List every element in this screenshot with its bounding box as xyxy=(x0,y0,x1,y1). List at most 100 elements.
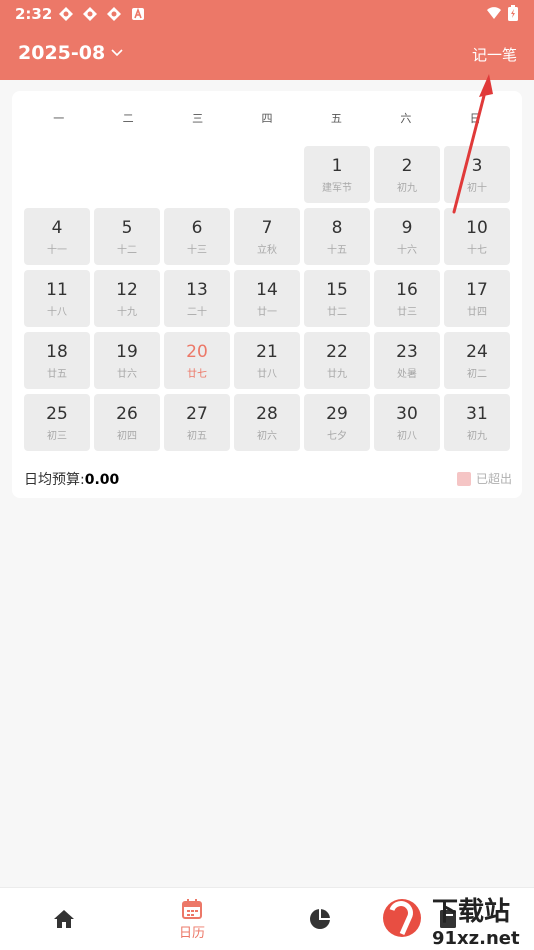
calendar-day-cell[interactable]: 14 廿一 xyxy=(234,270,300,327)
calendar-day-cell[interactable]: 23 处暑 xyxy=(374,332,440,389)
lunar-date: 廿一 xyxy=(257,307,277,318)
day-number: 4 xyxy=(51,218,63,238)
daily-budget: 日均预算:0.00 xyxy=(24,469,119,489)
lunar-date: 十七 xyxy=(467,245,487,256)
day-number: 19 xyxy=(116,342,138,362)
calendar-day-cell[interactable]: 12 十九 xyxy=(94,270,160,327)
lunar-date: 初九 xyxy=(467,431,487,442)
weekday-label: 五 xyxy=(330,112,342,125)
wifi-icon xyxy=(487,7,501,19)
app-notification-icon xyxy=(83,7,97,21)
lunar-date: 处暑 xyxy=(397,369,417,380)
app-header: 2025-08 记一笔 xyxy=(0,28,534,80)
tab-home[interactable] xyxy=(0,888,128,950)
calendar-day-cell[interactable]: 20 廿七 xyxy=(164,332,230,389)
lunar-date: 初三 xyxy=(47,431,67,442)
calendar-day-cell[interactable]: 9 十六 xyxy=(374,208,440,265)
calendar-day-cell[interactable]: 22 廿九 xyxy=(304,332,370,389)
calendar-day-cell[interactable]: 10 十七 xyxy=(444,208,510,265)
calendar-day-cell[interactable]: 4 十一 xyxy=(24,208,90,265)
status-bar: 2:32 xyxy=(0,0,534,28)
weekday-label: 六 xyxy=(400,112,412,125)
tab-calendar[interactable]: 日历 xyxy=(128,888,256,950)
lunar-date: 十二 xyxy=(117,245,137,256)
day-number: 21 xyxy=(256,342,278,362)
lunar-date: 建军节 xyxy=(322,183,352,194)
daily-budget-label: 日均预算: xyxy=(24,472,85,488)
day-number: 6 xyxy=(191,218,203,238)
record-entry-button[interactable]: 记一笔 xyxy=(472,44,517,65)
calendar-day-cell[interactable]: 28 初六 xyxy=(234,394,300,451)
calendar-day-cell[interactable]: 3 初十 xyxy=(444,146,510,203)
exceeded-label: 已超出 xyxy=(475,472,512,486)
calendar-day-cell[interactable]: 15 廿二 xyxy=(304,270,370,327)
day-number: 10 xyxy=(466,218,488,238)
lunar-date: 二十 xyxy=(187,307,207,318)
day-number: 2 xyxy=(401,156,413,176)
calendar-icon xyxy=(182,898,202,919)
lunar-date: 十三 xyxy=(187,245,207,256)
day-number: 24 xyxy=(466,342,488,362)
weekday-label: 二 xyxy=(122,112,134,125)
calendar-empty-cell xyxy=(24,146,90,203)
calendar-day-cell[interactable]: 21 廿八 xyxy=(234,332,300,389)
calendar-empty-cell xyxy=(94,146,160,203)
calendar-day-cell[interactable]: 6 十三 xyxy=(164,208,230,265)
lunar-date: 廿九 xyxy=(327,369,347,380)
lunar-date: 廿三 xyxy=(397,307,417,318)
lunar-date: 初十 xyxy=(467,183,487,194)
exceeded-swatch xyxy=(456,471,471,486)
lunar-date: 十九 xyxy=(117,307,137,318)
calendar-day-cell[interactable]: 26 初四 xyxy=(94,394,160,451)
app-notification-icon xyxy=(107,7,121,21)
calendar-day-cell[interactable]: 19 廿六 xyxy=(94,332,160,389)
home-icon xyxy=(54,910,74,928)
day-number: 26 xyxy=(116,404,138,424)
weekday-label: 四 xyxy=(261,112,273,125)
calendar-day-cell[interactable]: 27 初五 xyxy=(164,394,230,451)
day-number: 15 xyxy=(326,280,348,300)
watermark-logo: 下载站 91xz.net xyxy=(383,897,520,949)
day-number: 22 xyxy=(326,342,348,362)
watermark-domain: 91xz.net xyxy=(432,928,520,949)
calendar-day-cell[interactable]: 11 十八 xyxy=(24,270,90,327)
day-number: 30 xyxy=(396,404,418,424)
day-number: 5 xyxy=(121,218,133,238)
calendar-day-cell[interactable]: 24 初二 xyxy=(444,332,510,389)
lunar-date: 初六 xyxy=(257,431,277,442)
app-notification-icon xyxy=(59,7,73,21)
status-time: 2:32 xyxy=(15,5,53,23)
day-number: 14 xyxy=(256,280,278,300)
calendar-day-cell[interactable]: 2 初九 xyxy=(374,146,440,203)
lunar-date: 十一 xyxy=(47,245,67,256)
calendar-day-cell[interactable]: 25 初三 xyxy=(24,394,90,451)
lunar-date: 廿八 xyxy=(257,369,277,380)
lunar-date: 初九 xyxy=(397,183,417,194)
day-number: 18 xyxy=(46,342,68,362)
chevron-down-icon xyxy=(111,49,123,57)
calendar-grid: 1 建军节 2 初九 3 初十 4 十一 5 十二 6 十三 7 立秋 8 十五 9 十六 10 十七 11 十八 12 十九… xyxy=(24,146,510,451)
month-selector[interactable]: 2025-08 xyxy=(18,42,124,64)
weekday-label: 三 xyxy=(192,112,204,125)
calendar-day-cell[interactable]: 29 七夕 xyxy=(304,394,370,451)
pie-chart-icon xyxy=(310,909,330,929)
watermark-brand: 下载站 xyxy=(432,897,510,927)
calendar-day-cell[interactable]: 16 廿三 xyxy=(374,270,440,327)
calendar-day-cell[interactable]: 8 十五 xyxy=(304,208,370,265)
calendar-day-cell[interactable]: 13 二十 xyxy=(164,270,230,327)
lunar-date: 廿四 xyxy=(467,307,487,318)
month-label: 2025-08 xyxy=(18,42,106,64)
day-number: 12 xyxy=(116,280,138,300)
calendar-day-cell[interactable]: 7 立秋 xyxy=(234,208,300,265)
calendar-day-cell[interactable]: 30 初八 xyxy=(374,394,440,451)
calendar-day-cell[interactable]: 31 初九 xyxy=(444,394,510,451)
lunar-date: 廿二 xyxy=(327,307,347,318)
lunar-date: 廿五 xyxy=(47,369,67,380)
weekday-header: 一二三四五六日 xyxy=(24,110,510,125)
day-number: 8 xyxy=(331,218,343,238)
tab-statistics[interactable] xyxy=(256,888,384,950)
calendar-day-cell[interactable]: 18 廿五 xyxy=(24,332,90,389)
calendar-day-cell[interactable]: 5 十二 xyxy=(94,208,160,265)
calendar-day-cell[interactable]: 17 廿四 xyxy=(444,270,510,327)
calendar-day-cell[interactable]: 1 建军节 xyxy=(304,146,370,203)
